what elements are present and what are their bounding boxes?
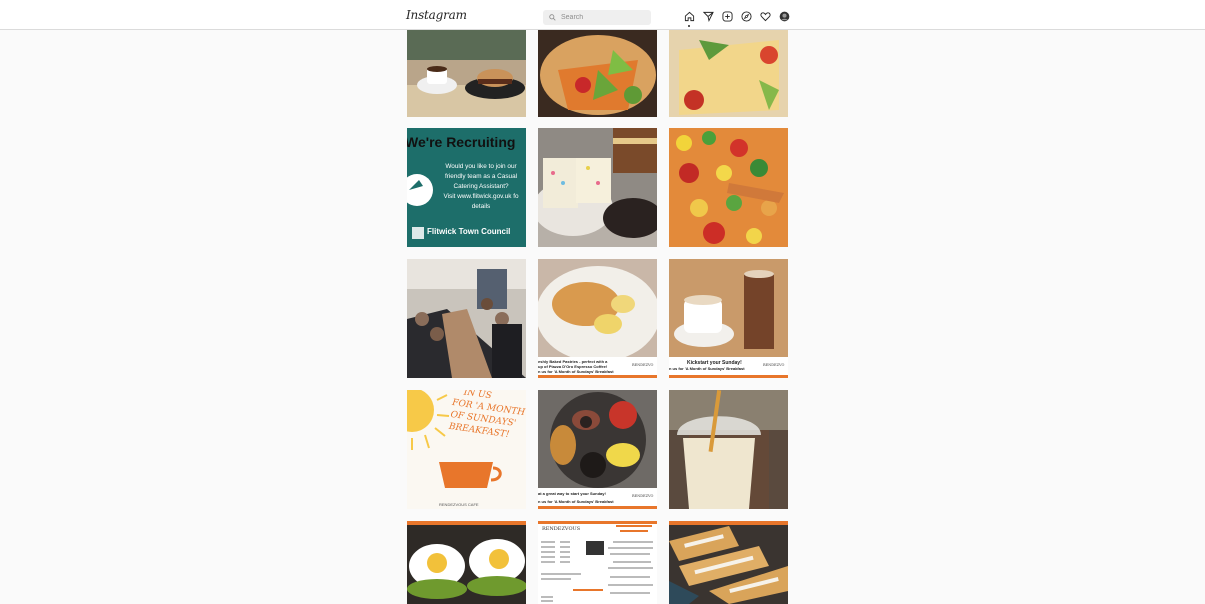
caption-line: n us for 'A Month of Sundays' Breakfast — [538, 369, 614, 374]
instagram-logo[interactable]: Instagram — [406, 8, 467, 22]
recruiting-line: details — [471, 203, 491, 210]
post-salad-plate[interactable] — [538, 30, 657, 117]
post-pasta-salad[interactable] — [669, 128, 788, 247]
post-menu[interactable]: RENDEZVOUS — [538, 521, 657, 604]
post-pastries[interactable]: eshly Baked Pastries - perfect with a up… — [538, 259, 657, 378]
activity-heart-icon[interactable] — [759, 10, 772, 23]
new-post-icon[interactable] — [721, 10, 734, 23]
recruiting-body: Would you like to join our friendly team… — [431, 162, 526, 212]
post-waffles[interactable] — [669, 521, 788, 604]
profile-avatar[interactable] — [778, 10, 791, 23]
recruiting-line: friendly team as a Casual — [444, 173, 518, 180]
post-recruiting[interactable]: We're Recruiting Would you like to join … — [407, 128, 526, 247]
post-group-meal[interactable] — [407, 259, 526, 378]
breakfast-brand: RENDEZVO — [632, 494, 654, 498]
breakfast-caption: at a great way to start your Sunday! n u… — [538, 491, 628, 504]
cakes-image — [538, 128, 657, 247]
post-cakes[interactable] — [538, 128, 657, 247]
home-icon[interactable] — [683, 10, 696, 23]
caption-line: n us for 'A Month of Sundays' Breakfast — [538, 499, 614, 504]
caption-line: n us for 'A Month of Sundays' Breakfast — [669, 366, 745, 371]
recruiting-line: Catering Assistant? — [453, 183, 509, 190]
recruiting-line: Visit www.flitwick.gov.uk fo — [443, 193, 519, 200]
coffee-burger-image — [407, 30, 526, 117]
waffles-image — [669, 521, 788, 604]
coffee-caption: Kickstart your Sunday! n us for 'A Month… — [669, 361, 769, 372]
top-navigation-bar: Instagram — [0, 0, 1205, 30]
nav-icons — [683, 10, 791, 23]
search-icon — [549, 14, 556, 21]
quiche-image — [669, 30, 788, 117]
milkshake-image — [669, 390, 788, 509]
poster-footer: RENDEZVOUS CAFE — [439, 502, 479, 507]
post-coffee-burger[interactable] — [407, 30, 526, 117]
post-milkshake[interactable] — [669, 390, 788, 509]
post-coffee-cups[interactable]: Kickstart your Sunday! n us for 'A Month… — [669, 259, 788, 378]
avocado-egg-image — [407, 521, 526, 604]
post-full-breakfast[interactable]: at a great way to start your Sunday! n u… — [538, 390, 657, 509]
pastries-caption: eshly Baked Pastries - perfect with a up… — [538, 359, 628, 374]
post-quiche[interactable] — [669, 30, 788, 117]
search-input[interactable] — [561, 14, 641, 21]
direct-message-icon[interactable] — [702, 10, 715, 23]
coffee-brand: RENDEZVO — [763, 363, 785, 367]
recruiting-footer: Flitwick Town Council — [427, 227, 511, 236]
post-avocado-egg[interactable] — [407, 521, 526, 604]
menu-image — [538, 521, 657, 604]
salad-image — [538, 30, 657, 117]
menu-heading: RENDEZVOUS — [542, 526, 581, 532]
recruiting-line: Would you like to join our — [445, 163, 517, 170]
explore-icon[interactable] — [740, 10, 753, 23]
pastries-brand: RENDEZVO — [632, 363, 654, 367]
search-box[interactable] — [543, 10, 651, 25]
post-breakfast-poster[interactable]: IN US FOR 'A MONTH OF SUNDAYS' BREAKFAST… — [407, 390, 526, 509]
active-tab-indicator — [688, 25, 690, 27]
pasta-salad-image — [669, 128, 788, 247]
group-meal-image — [407, 259, 526, 378]
caption-line: at a great way to start your Sunday! — [538, 491, 606, 496]
recruiting-title: We're Recruiting — [407, 134, 516, 150]
